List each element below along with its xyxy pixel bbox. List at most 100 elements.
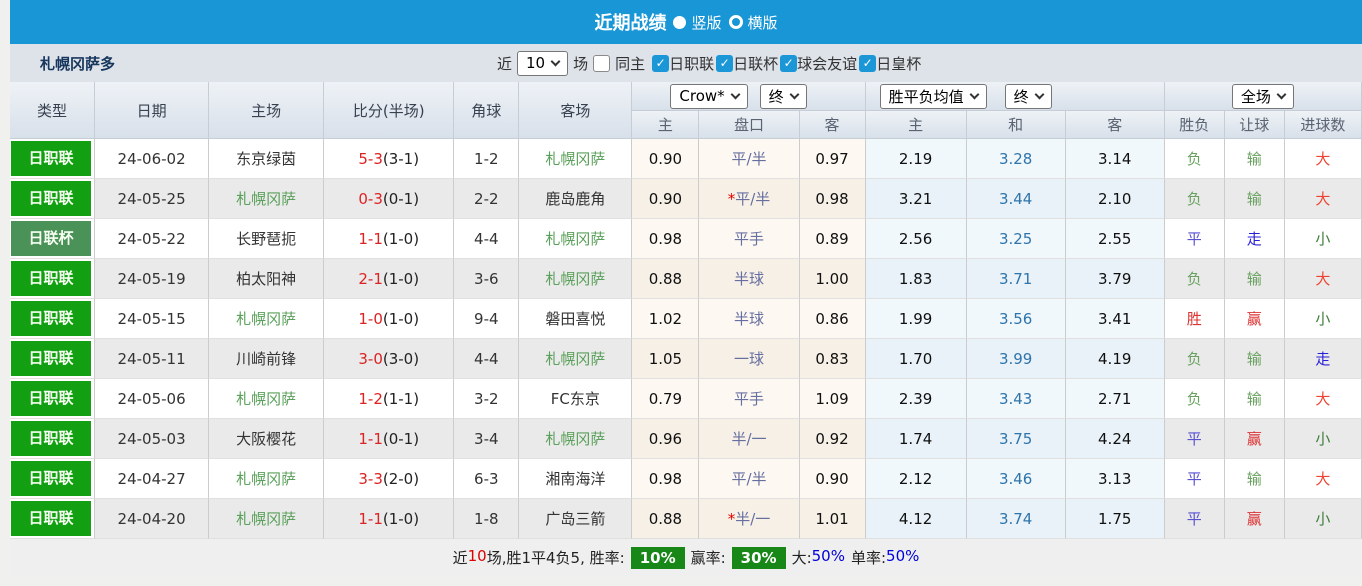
layout-horizontal-radio[interactable]: 横版 (728, 12, 778, 33)
radio-unselected-icon[interactable] (728, 15, 743, 29)
recent-results-panel: 近期战绩 竖版 横版 札幌冈萨多 近 10 场 同主 ✓ 日职联 ✓ 日联杯 ✓ 球会友谊… (10, 0, 1362, 576)
layout-vertical-label: 竖版 (691, 13, 722, 32)
league-filter-checkbox[interactable]: ✓ (716, 54, 734, 72)
cell-date: 24-05-19 (95, 259, 210, 299)
chevron-down-icon (550, 56, 561, 66)
cell-result: 平 (1164, 419, 1225, 459)
cell-result: 负 (1164, 379, 1225, 419)
cell-avg-away: 4.19 (1065, 339, 1165, 379)
handicap-line: 半/一 (735, 510, 771, 528)
match-type-badge: 日职联 (11, 381, 92, 416)
cell-result: 胜 (1164, 299, 1225, 339)
league-filter-checkbox[interactable]: ✓ (652, 54, 670, 72)
cell-result: 负 (1164, 259, 1225, 299)
cell-handicap-home-odds: 0.98 (632, 219, 700, 259)
summary-text: 近 10 场,胜1平4负5, 胜率: (452, 547, 625, 567)
matches-label: 场 (573, 54, 589, 73)
cell-avg-away: 2.10 (1065, 179, 1165, 219)
handicap-line: 平手 (733, 230, 764, 248)
chevron-down-icon (1276, 89, 1287, 99)
handicap-group-header: Crow* 终 (632, 82, 866, 111)
col-header-corner: 角球 (454, 82, 520, 139)
cell-handicap-line: 半/一 (699, 419, 800, 459)
cell-corner: 3-2 (454, 379, 520, 419)
league-filter-label: 球会友谊 (797, 54, 858, 73)
cell-away-team: 鹿岛鹿角 (519, 179, 633, 219)
halftime-score: (0-1) (382, 429, 420, 448)
handicap-line: 半球 (733, 270, 764, 288)
cell-date: 24-04-20 (95, 499, 210, 539)
avg-stage-select[interactable]: 终 (1004, 83, 1052, 109)
cell-score: 3-0(3-0) (324, 339, 455, 379)
radio-selected-icon[interactable] (673, 15, 687, 29)
cell-goals-result: 大 (1284, 459, 1362, 499)
cell-avg-draw: 3.43 (966, 379, 1066, 419)
cell-score: 1-1(1-0) (324, 499, 455, 539)
filter-bar: 札幌冈萨多 近 10 场 同主 ✓ 日职联 ✓ 日联杯 ✓ 球会友谊 ✓ 日皇杯 (10, 44, 1362, 82)
cell-home-team: 札幌冈萨 (209, 179, 325, 219)
table-row: 日职联 24-05-11 川崎前锋 3-0(3-0) 4-4 札幌冈萨 1.05 一球 0.83… (10, 339, 1362, 379)
cell-avg-home: 2.12 (865, 459, 967, 499)
cell-away-team: 札幌冈萨 (519, 139, 633, 179)
cell-date: 24-05-22 (95, 219, 210, 259)
odds-company-select[interactable]: Crow* (670, 83, 748, 109)
cell-corner: 4-4 (454, 219, 520, 259)
cell-handicap-away-odds: 0.86 (799, 299, 866, 339)
cell-score: 1-0(1-0) (324, 299, 455, 339)
cell-handicap-away-odds: 0.90 (799, 459, 866, 499)
cell-avg-home: 3.21 (865, 179, 967, 219)
cell-avg-home: 2.19 (865, 139, 967, 179)
cell-handicap-away-odds: 1.01 (799, 499, 866, 539)
cell-away-team: 札幌冈萨 (519, 219, 633, 259)
table-row: 日联杯 24-05-22 长野琶扼 1-1(1-0) 4-4 札幌冈萨 0.98 平手 0.89… (10, 219, 1362, 259)
recent-count: 10 (467, 547, 487, 565)
cell-handicap-line: *平/半 (699, 179, 800, 219)
cell-date: 24-06-02 (95, 139, 210, 179)
chevron-down-icon (789, 89, 800, 99)
cell-avg-away: 3.79 (1065, 259, 1165, 299)
cell-away-team: 札幌冈萨 (519, 419, 633, 459)
cell-avg-home: 4.12 (865, 499, 967, 539)
recent-label: 近 (497, 54, 513, 73)
cell-result: 平 (1164, 459, 1225, 499)
results-tbody: 日职联 24-06-02 东京绿茵 5-3(3-1) 1-2 札幌冈萨 0.90 平/半 0.9… (10, 139, 1362, 539)
table-row: 日职联 24-05-15 札幌冈萨 1-0(1-0) 9-4 磐田喜悦 1.02 半球 0.86… (10, 299, 1362, 339)
same-home-checkbox[interactable] (593, 54, 611, 72)
filters: 近 10 场 同主 ✓ 日职联 ✓ 日联杯 ✓ 球会友谊 ✓ 日皇杯 (497, 44, 923, 82)
cell-avg-away: 3.41 (1065, 299, 1165, 339)
cell-handicap-home-odds: 1.05 (632, 339, 700, 379)
halftime-score: (1-0) (382, 309, 420, 328)
fulltime-score: 1-2 (358, 389, 383, 408)
league-filter-checkbox[interactable]: ✓ (859, 54, 877, 72)
odds-stage-select[interactable]: 终 (759, 83, 807, 109)
cell-avg-away: 3.14 (1065, 139, 1165, 179)
cell-handicap-line: 一球 (699, 339, 800, 379)
scope-select[interactable]: 全场 (1231, 83, 1294, 109)
cell-corner: 1-8 (454, 499, 520, 539)
cell-handicap-home-odds: 1.02 (632, 299, 700, 339)
league-filter-label: 日联杯 (733, 54, 779, 73)
cell-handicap-line: 平/半 (699, 139, 800, 179)
cell-avg-home: 1.83 (865, 259, 967, 299)
cell-avg-draw: 3.25 (966, 219, 1066, 259)
cell-home-team: 札幌冈萨 (209, 379, 325, 419)
halftime-score: (2-0) (382, 469, 420, 488)
sub-header-avg-away: 客 (1065, 111, 1165, 139)
fulltime-score: 2-1 (358, 269, 383, 288)
layout-vertical-radio[interactable]: 竖版 (673, 12, 722, 33)
cell-score: 1-1(0-1) (324, 419, 455, 459)
recent-count-select[interactable]: 10 (517, 50, 569, 76)
handicap-line: 平手 (733, 390, 764, 408)
summary-footer: 近 10 场,胜1平4负5, 胜率: 10% 赢率: 30% 大: 50% 单率: 50… (10, 539, 1362, 576)
cell-handicap-home-odds: 0.88 (632, 259, 700, 299)
avg-group-header: 胜平负均值 终 (865, 82, 1165, 111)
cell-avg-home: 1.74 (865, 419, 967, 459)
cell-match-type: 日职联 (10, 259, 96, 299)
fulltime-score: 3-0 (358, 349, 383, 368)
cell-corner: 3-6 (454, 259, 520, 299)
avg-type-select[interactable]: 胜平负均值 (879, 83, 987, 109)
halftime-score: (1-0) (382, 229, 420, 248)
profit-rate-badge: 30% (731, 546, 786, 569)
league-filter-checkbox[interactable]: ✓ (780, 54, 798, 72)
sub-header-result: 胜负 (1164, 111, 1225, 139)
